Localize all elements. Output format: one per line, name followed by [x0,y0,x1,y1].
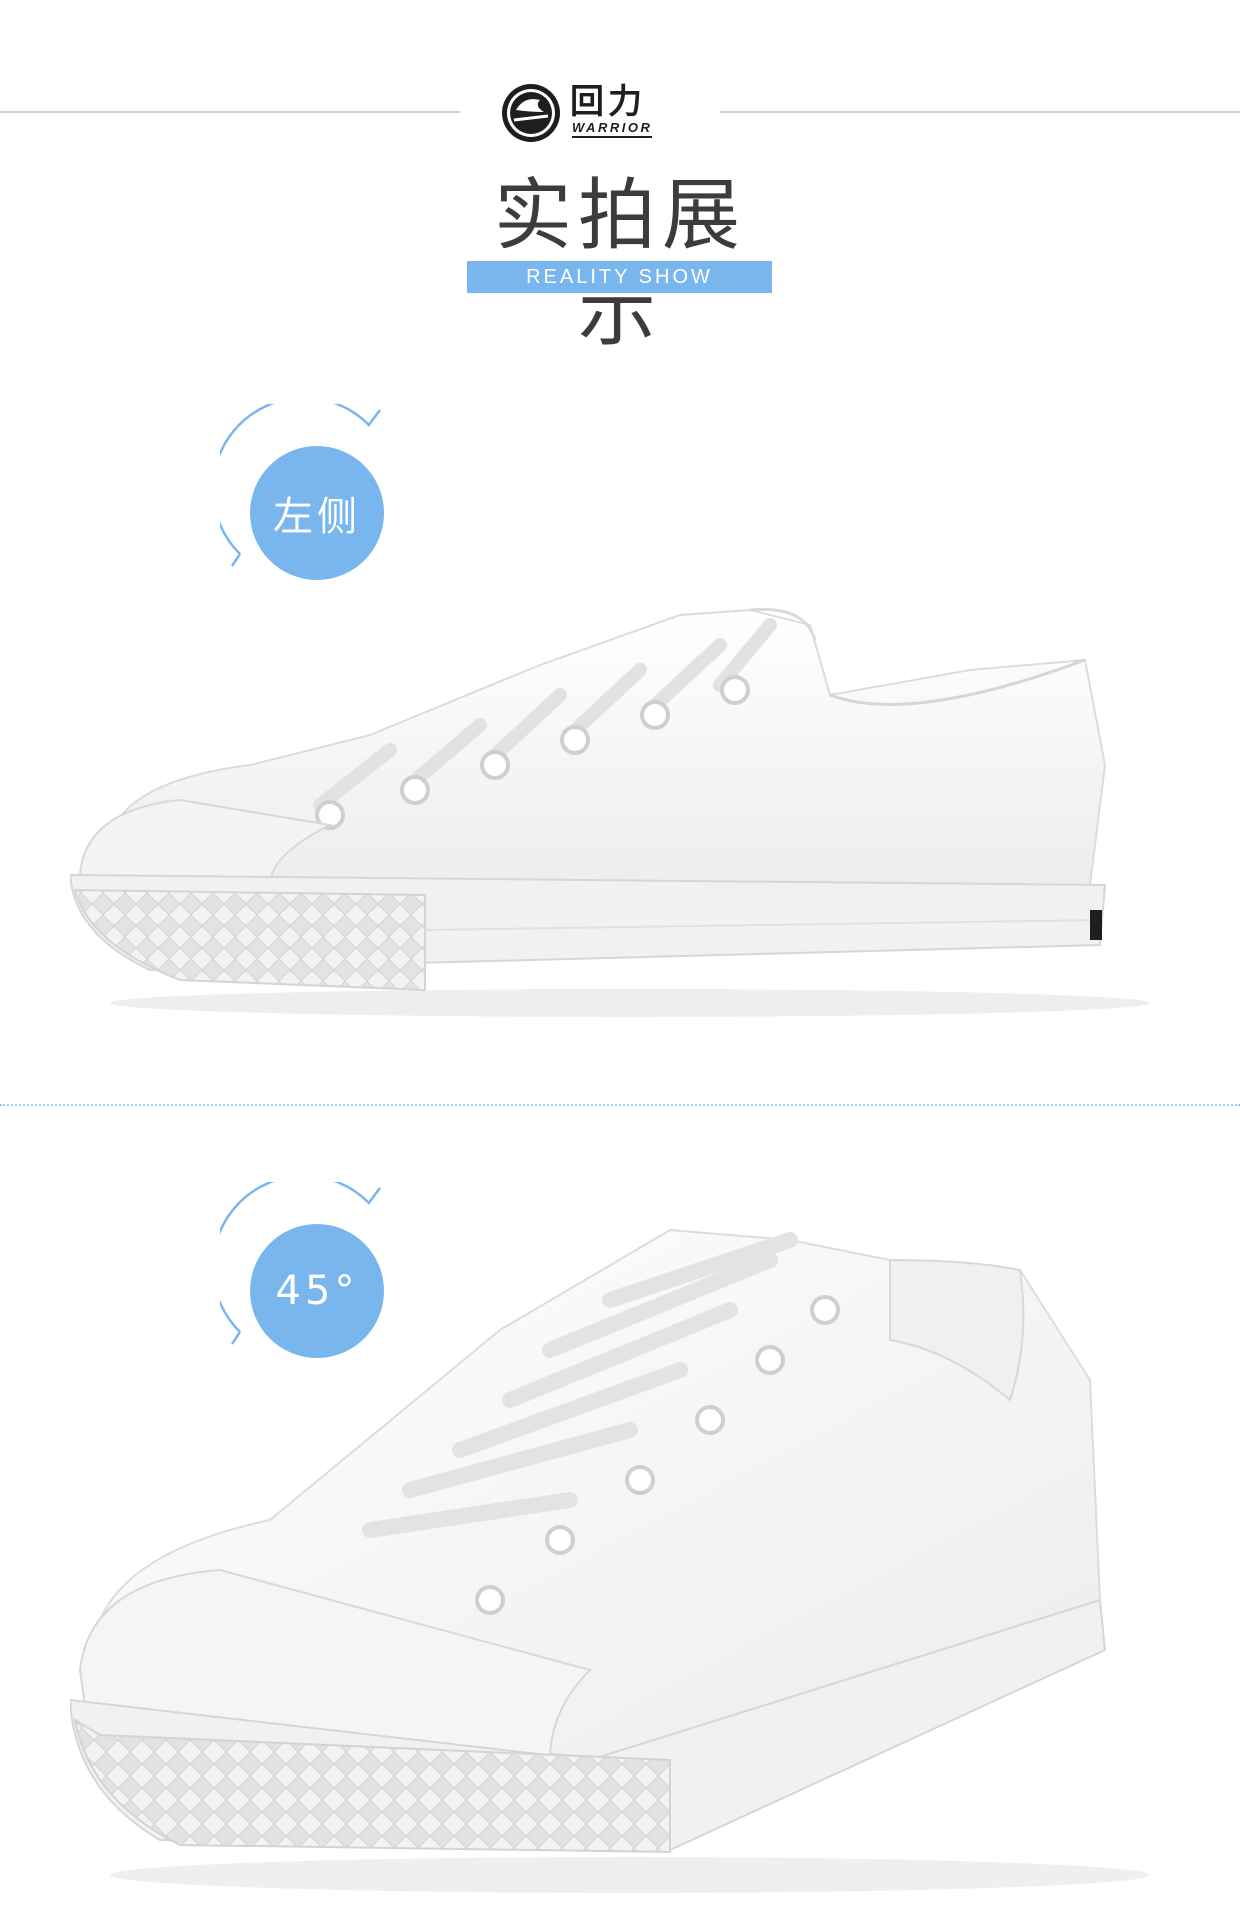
badge-label: 左侧 [273,494,361,540]
warrior-emblem-icon [502,84,560,142]
header-rule-left [0,111,460,113]
page-subtitle-banner: REALITY SHOW [467,261,772,293]
section-divider [0,1104,1240,1106]
badge-side-view: 左侧 [220,404,390,594]
logo-english-text: WARRIOR [572,120,653,138]
header-rule-right [720,111,1240,113]
sneaker-angle-view-image [70,1228,1150,1893]
sneaker-side-view-image [70,607,1150,1017]
brand-logo: 回力 WARRIOR [500,82,700,146]
logo-chinese-text: 回力 [570,82,646,122]
